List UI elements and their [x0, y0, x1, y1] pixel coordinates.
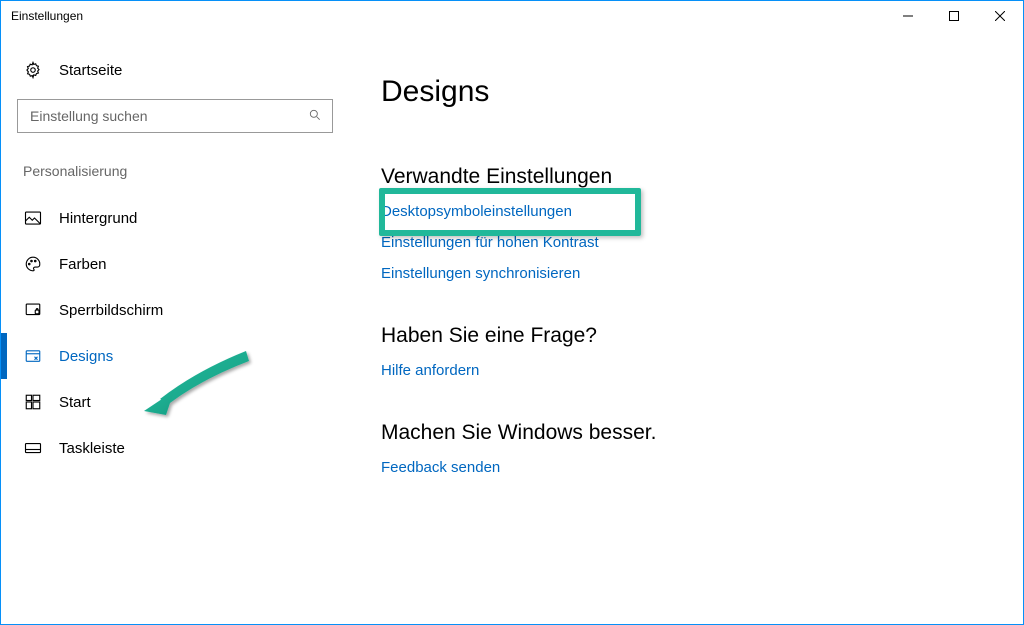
section-heading: Haben Sie eine Frage? [381, 324, 999, 348]
sidebar-nav: Hintergrund Farben Sperrbildschirm [17, 195, 325, 471]
titlebar: Einstellungen [1, 1, 1023, 31]
sidebar-item-label: Farben [59, 256, 107, 273]
start-icon [23, 393, 43, 411]
sidebar-item-start[interactable]: Start [17, 379, 325, 425]
palette-icon [23, 255, 43, 273]
sidebar-item-hintergrund[interactable]: Hintergrund [17, 195, 325, 241]
picture-icon [23, 209, 43, 227]
sidebar-item-taskleiste[interactable]: Taskleiste [17, 425, 325, 471]
sidebar-item-sperrbildschirm[interactable]: Sperrbildschirm [17, 287, 325, 333]
sidebar-home-label: Startseite [59, 62, 122, 79]
sidebar-item-label: Designs [59, 348, 113, 365]
sidebar-item-farben[interactable]: Farben [17, 241, 325, 287]
minimize-button[interactable] [885, 1, 931, 31]
section-heading: Verwandte Einstellungen [381, 165, 999, 189]
themes-icon [23, 347, 43, 365]
sidebar-home[interactable]: Startseite [17, 51, 325, 93]
lockscreen-icon [23, 301, 43, 319]
page-title: Designs [381, 75, 999, 109]
link-synchronisieren[interactable]: Einstellungen synchronisieren [381, 265, 999, 282]
taskbar-icon [23, 439, 43, 457]
link-feedback-senden[interactable]: Feedback senden [381, 459, 999, 476]
sidebar-item-label: Sperrbildschirm [59, 302, 163, 319]
close-button[interactable] [977, 1, 1023, 31]
link-desktopsymboleinstellungen[interactable]: Desktopsymboleinstellungen [381, 203, 999, 220]
sidebar: Startseite Personalisierung Hintergrund [1, 31, 341, 624]
sidebar-item-label: Taskleiste [59, 440, 125, 457]
maximize-button[interactable] [931, 1, 977, 31]
search-field[interactable] [28, 107, 308, 125]
main-content: Designs Verwandte Einstellungen Desktops… [341, 31, 1023, 624]
section-heading: Machen Sie Windows besser. [381, 421, 999, 445]
gear-icon [23, 61, 43, 79]
settings-window: Einstellungen Startseite [0, 0, 1024, 625]
link-hoher-kontrast[interactable]: Einstellungen für hohen Kontrast [381, 234, 999, 251]
sidebar-item-label: Start [59, 394, 91, 411]
search-input[interactable] [17, 99, 333, 133]
sidebar-item-label: Hintergrund [59, 210, 137, 227]
sidebar-item-designs[interactable]: Designs [17, 333, 325, 379]
search-icon [308, 108, 322, 125]
sidebar-group-label: Personalisierung [17, 163, 325, 187]
window-title: Einstellungen [11, 9, 83, 23]
link-hilfe-anfordern[interactable]: Hilfe anfordern [381, 362, 999, 379]
